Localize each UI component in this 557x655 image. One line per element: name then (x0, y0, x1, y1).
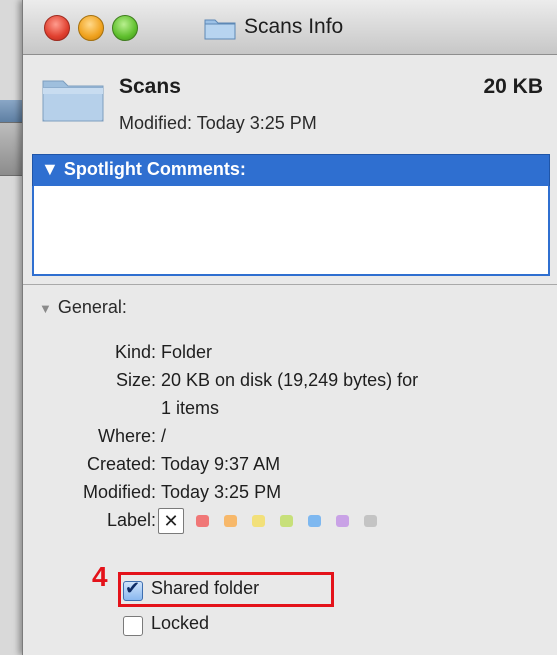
modified-label: Modified: (82, 482, 156, 502)
file-name: Scans (119, 75, 181, 98)
step-number-annotation: 4 (92, 561, 108, 592)
info-window: Scans Info Scans 20 KB Modified: Today 3… (22, 0, 557, 655)
close-button[interactable] (44, 15, 70, 41)
kind-label: Kind: (114, 342, 156, 362)
kind-row: Kind: Folder (23, 342, 212, 363)
label-label: Label: (106, 510, 156, 530)
window-title-text: Scans Info (244, 15, 344, 38)
spotlight-comments-label: Spotlight Comments: (63, 159, 246, 179)
kind-value: Folder (161, 342, 213, 362)
created-row: Created: Today 9:37 AM (23, 454, 280, 475)
size-value: 20 KB on disk (19,249 bytes) for (161, 370, 419, 390)
minimize-button[interactable] (78, 15, 104, 41)
where-label: Where: (97, 426, 156, 446)
label-swatch-purple[interactable] (336, 515, 349, 527)
label-swatch-blue[interactable] (308, 515, 321, 527)
label-swatch-orange[interactable] (224, 515, 237, 527)
disclosure-triangle-icon[interactable]: ▼ (41, 159, 59, 179)
size-row: Size: 20 KB on disk (19,249 bytes) for (23, 370, 418, 391)
locked-checkbox[interactable] (123, 616, 143, 636)
modified-row: Modified: Today 3:25 PM (23, 482, 281, 503)
section-divider (23, 284, 557, 285)
where-value: / (161, 426, 167, 446)
modified-value: Today 3:25 PM (161, 482, 282, 502)
file-size: 20 KB (483, 75, 543, 98)
disclosure-triangle-icon[interactable]: ▼ (39, 301, 52, 316)
created-value: Today 9:37 AM (161, 454, 281, 474)
created-label: Created: (86, 454, 156, 474)
size-value-continued: 1 items (161, 398, 220, 418)
spotlight-comments-title: ▼ Spotlight Comments: (41, 159, 246, 180)
label-swatch-yellow[interactable] (252, 515, 265, 527)
size-label: Size: (115, 370, 156, 390)
folder-icon (42, 80, 104, 122)
spotlight-comments-header[interactable]: ▼ Spotlight Comments: (32, 154, 550, 187)
label-none-button[interactable]: ✕ (158, 508, 184, 534)
shared-folder-label[interactable]: Shared folder (151, 578, 259, 599)
general-section-header[interactable]: ▼ General: (39, 297, 127, 318)
label-swatch-red[interactable] (196, 515, 209, 527)
shared-folder-checkbox[interactable]: ✔ (123, 578, 143, 601)
locked-label[interactable]: Locked (151, 613, 209, 634)
checkmark-icon: ✔ (125, 578, 141, 598)
size-row-continued: 1 items (23, 398, 219, 419)
general-section-title: General: (57, 297, 127, 317)
spotlight-comments-field[interactable] (32, 186, 550, 276)
file-summary: Scans 20 KB Modified: Today 3:25 PM (23, 55, 557, 150)
label-swatch-gray[interactable] (364, 515, 377, 527)
file-modified: Modified: Today 3:25 PM (119, 113, 317, 133)
folder-icon (204, 19, 236, 40)
where-row: Where: / (23, 426, 166, 447)
title-bar[interactable]: Scans Info (23, 0, 557, 55)
label-swatch-green[interactable] (280, 515, 293, 527)
zoom-button[interactable] (112, 15, 138, 41)
